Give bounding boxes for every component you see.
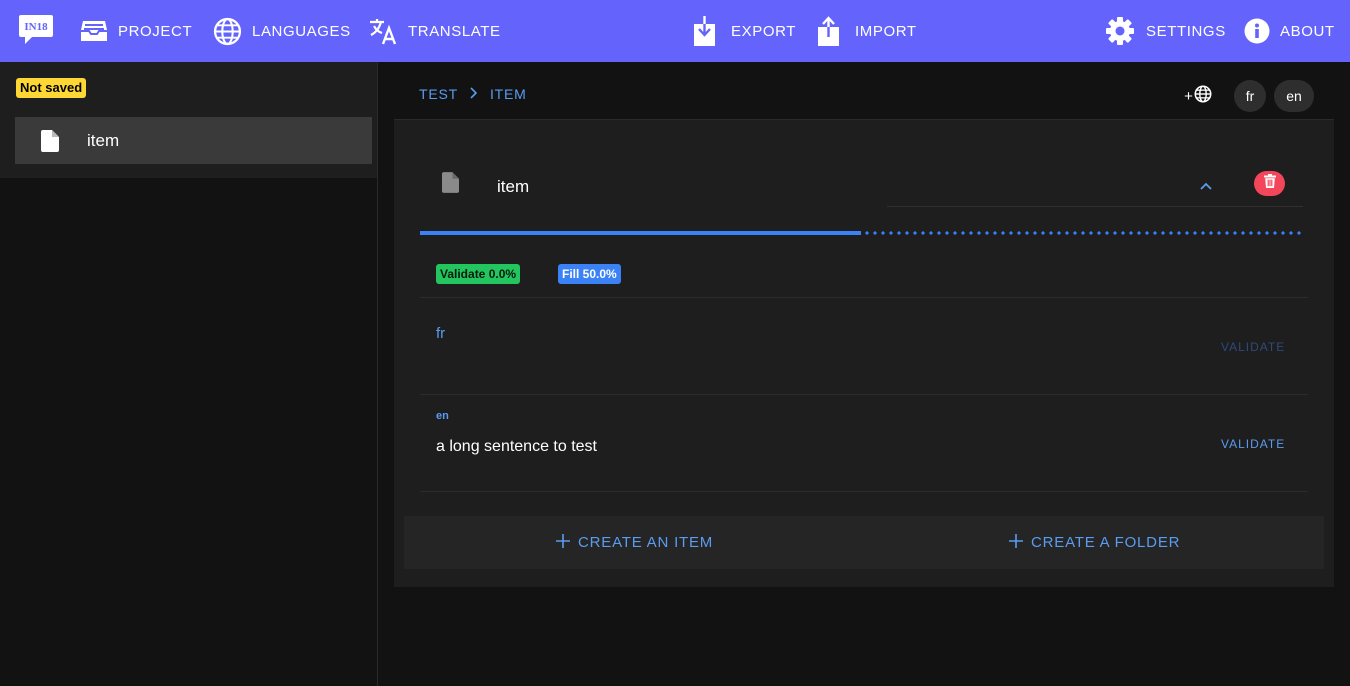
trash-icon	[1263, 174, 1276, 193]
language-chip-fr[interactable]: fr	[1234, 80, 1266, 112]
settings-label: SETTINGS	[1146, 22, 1226, 40]
settings-button[interactable]: SETTINGS	[1105, 0, 1226, 62]
about-label: ABOUT	[1280, 22, 1335, 40]
not-saved-badge: Not saved	[16, 78, 87, 98]
item-header: item	[394, 120, 1334, 232]
plus-icon	[1009, 533, 1023, 552]
chevron-right-icon	[470, 86, 478, 102]
breadcrumb-current[interactable]: ITEM	[490, 86, 527, 102]
plus-icon	[556, 533, 570, 552]
globe-icon	[213, 17, 242, 46]
info-icon	[1244, 18, 1270, 44]
validate-button-en[interactable]: VALIDATE	[1221, 437, 1285, 451]
languages-label: LANGUAGES	[252, 22, 351, 40]
add-language-button[interactable]: +	[1180, 83, 1216, 109]
breadcrumb: TEST ITEM	[419, 86, 527, 102]
upload-icon	[816, 16, 841, 46]
about-button[interactable]: ABOUT	[1244, 0, 1335, 62]
sidebar: Not saved item	[0, 62, 378, 686]
fill-percent-badge: Fill 50.0%	[558, 264, 621, 284]
create-item-button[interactable]: CREATE AN ITEM	[556, 516, 713, 569]
translation-lang-label-fr: fr	[436, 325, 446, 342]
translate-button[interactable]: TRANSLATE	[368, 0, 501, 62]
project-button[interactable]: PROJECT	[80, 0, 192, 62]
import-button[interactable]: IMPORT	[816, 0, 917, 62]
create-folder-button[interactable]: CREATE A FOLDER	[1009, 516, 1180, 569]
top-navbar: IN18 PROJECT LANGUAGES TRANSLATE EXPORT …	[0, 0, 1350, 62]
export-label: EXPORT	[731, 22, 797, 40]
delete-item-button[interactable]	[1254, 171, 1285, 196]
validate-percent-badge: Validate 0.0%	[436, 264, 521, 284]
item-header-divider	[887, 206, 1303, 207]
item-panel: item Validate 0.0% Fill 50.0% fr VALIDAT…	[394, 119, 1334, 587]
validate-button-fr[interactable]: VALIDATE	[1221, 340, 1285, 354]
create-folder-label: CREATE A FOLDER	[1031, 534, 1181, 551]
breadcrumb-root[interactable]: TEST	[419, 86, 458, 102]
progress-bar-remaining	[863, 231, 1302, 235]
file-icon	[442, 172, 459, 198]
translation-lang-label-en: en	[436, 410, 449, 422]
tree-item-label: item	[87, 130, 120, 150]
chevron-up-icon[interactable]	[1194, 174, 1218, 198]
tree-item[interactable]: item	[15, 117, 372, 164]
item-title: item	[497, 177, 530, 196]
add-language-plus: +	[1184, 87, 1193, 105]
row-divider	[420, 297, 1308, 298]
create-actions-bar: CREATE AN ITEM CREATE A FOLDER	[404, 516, 1324, 569]
translation-input-en[interactable]: a long sentence to test	[436, 438, 597, 456]
sidebar-tree-panel: Not saved item	[0, 62, 377, 178]
translate-icon	[368, 17, 398, 45]
row-divider	[420, 491, 1308, 492]
gear-icon	[1105, 16, 1135, 46]
app-logo[interactable]: IN18	[18, 13, 54, 47]
project-label: PROJECT	[118, 22, 193, 40]
import-label: IMPORT	[855, 22, 917, 40]
row-divider	[420, 394, 1308, 395]
export-button[interactable]: EXPORT	[692, 0, 796, 62]
translate-label: TRANSLATE	[408, 22, 501, 40]
inbox-tray-icon	[80, 18, 108, 44]
languages-button[interactable]: LANGUAGES	[213, 0, 351, 62]
progress-bar-filled	[420, 231, 861, 235]
download-icon	[692, 16, 717, 46]
globe-icon	[1194, 85, 1212, 107]
file-icon	[15, 129, 85, 152]
logo-text: IN18	[24, 21, 48, 33]
create-item-label: CREATE AN ITEM	[578, 534, 714, 551]
language-chip-en[interactable]: en	[1274, 80, 1314, 112]
